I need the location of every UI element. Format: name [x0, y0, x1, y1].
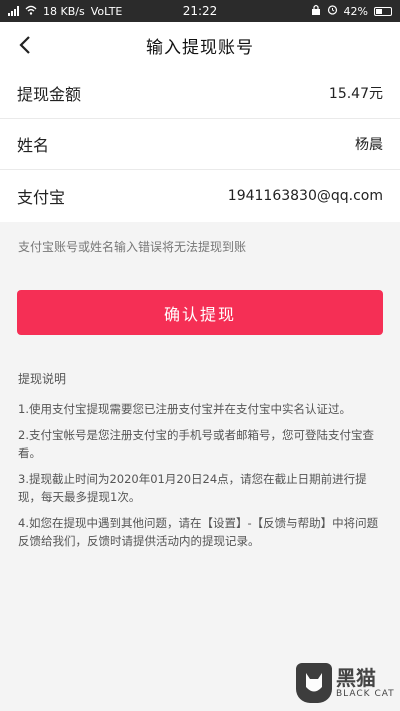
note-item: 2.支付宝帐号是您注册支付宝的手机号或者邮箱号，您可登陆支付宝查看。 — [18, 428, 374, 460]
watermark-cn: 黑猫 — [336, 666, 376, 690]
back-button[interactable] — [10, 30, 40, 60]
note-item: 3.提现截止时间为2020年01月20日24点，请您在截止日期前进行提现，每天最… — [18, 472, 367, 504]
cat-shield-icon — [296, 663, 332, 703]
watermark-en: BLACK CAT — [336, 689, 395, 699]
amount-row: 提现金额 15.47元 — [0, 68, 400, 119]
clock: 21:22 — [182, 4, 218, 18]
note-item: 1.使用支付宝提现需要您已注册支付宝并在支付宝中实名认证过。 — [18, 402, 351, 416]
withdraw-form: 提现金额 15.47元 姓名 杨晨 支付宝 1941163830@qq.com — [0, 68, 400, 222]
amount-value: 15.47元 — [328, 86, 383, 102]
page-title: 输入提现账号 — [146, 37, 254, 58]
watermark-logo: 黑猫 BLACK CAT — [296, 659, 396, 707]
alipay-label: 支付宝 — [17, 188, 66, 207]
name-field[interactable]: 杨晨 — [355, 134, 383, 154]
status-bar: 18 KB/s VoLTE 21:22 42% — [0, 0, 400, 22]
battery-icon — [374, 6, 392, 16]
confirm-withdraw-button[interactable]: 确认提现 — [17, 290, 383, 335]
warning-text: 支付宝账号或姓名输入错误将无法提现到账 — [18, 240, 247, 254]
alipay-account-field[interactable]: 1941163830@qq.com — [228, 188, 383, 204]
name-label: 姓名 — [17, 136, 50, 155]
chevron-left-icon — [19, 36, 30, 54]
notes-title: 提现说明 — [18, 372, 67, 386]
watermark-text: 黑猫 BLACK CAT — [336, 667, 395, 699]
amount-label: 提现金额 — [17, 85, 82, 104]
alipay-row[interactable]: 支付宝 1941163830@qq.com — [0, 170, 400, 222]
note-item: 4.如您在提现中遇到其他问题，请在【设置】-【反馈与帮助】中将问题反馈给我们，反… — [18, 516, 379, 548]
withdraw-notes: 提现说明 1.使用支付宝提现需要您已注册支付宝并在支付宝中实名认证过。 2.支付… — [18, 370, 383, 558]
nav-bar: 输入提现账号 — [0, 22, 400, 68]
name-row[interactable]: 姓名 杨晨 — [0, 119, 400, 170]
